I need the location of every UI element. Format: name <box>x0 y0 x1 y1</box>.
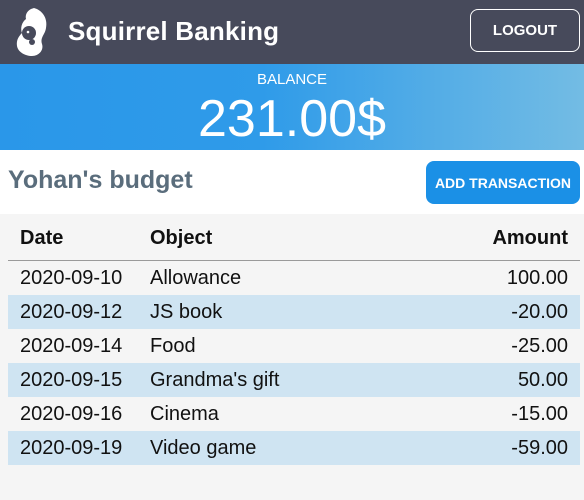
cell-amount: 50.00 <box>517 368 568 391</box>
column-header-amount: Amount <box>450 216 580 261</box>
cell-date: 2020-09-16 <box>20 402 123 425</box>
cell-date: 2020-09-19 <box>20 436 123 459</box>
cell-amount: -20.00 <box>511 300 568 323</box>
squirrel-logo-icon <box>16 8 47 56</box>
balance-banner: BALANCE 231.00$ <box>0 64 584 150</box>
table-row: 2020-09-15 Grandma's gift 50.00 <box>8 363 580 397</box>
table-row: 2020-09-12 JS book -20.00 <box>8 295 580 329</box>
cell-object: Allowance <box>150 266 242 289</box>
top-navbar: Squirrel Banking LOGOUT <box>0 0 584 64</box>
cell-date: 2020-09-15 <box>20 368 123 391</box>
logout-button[interactable]: LOGOUT <box>470 9 580 52</box>
table-row: 2020-09-19 Video game -59.00 <box>8 431 580 465</box>
app-title: Squirrel Banking <box>68 16 280 46</box>
cell-amount: -59.00 <box>511 436 568 459</box>
cell-object: Grandma's gift <box>150 368 280 391</box>
cell-amount: -15.00 <box>511 402 568 425</box>
budget-title: Yohan's budget <box>8 166 193 194</box>
transactions-table-container: Date Object Amount 2020-09-10 Allowance … <box>0 216 584 465</box>
cell-amount: -25.00 <box>511 334 568 357</box>
cell-date: 2020-09-10 <box>20 266 123 289</box>
table-row: 2020-09-10 Allowance 100.00 <box>8 260 580 295</box>
cell-date: 2020-09-14 <box>20 334 123 357</box>
cell-object: Video game <box>150 436 257 459</box>
cell-object: Food <box>150 334 196 357</box>
cell-amount: 100.00 <box>506 266 568 289</box>
cell-date: 2020-09-12 <box>20 300 123 323</box>
column-header-object: Object <box>150 216 450 261</box>
cell-object: Cinema <box>150 402 219 425</box>
balance-label: BALANCE <box>256 71 328 88</box>
cell-object: JS book <box>150 300 223 323</box>
table-row: 2020-09-16 Cinema -15.00 <box>8 397 580 431</box>
balance-value: 231.00$ <box>198 90 386 148</box>
column-header-date: Date <box>8 216 150 261</box>
budget-header: Yohan's budget ADD TRANSACTION <box>0 150 584 214</box>
table-row: 2020-09-14 Food -25.00 <box>8 329 580 363</box>
table-header-row: Date Object Amount <box>8 216 580 261</box>
add-transaction-button[interactable]: ADD TRANSACTION <box>426 161 580 204</box>
transactions-table: Date Object Amount 2020-09-10 Allowance … <box>8 216 580 465</box>
